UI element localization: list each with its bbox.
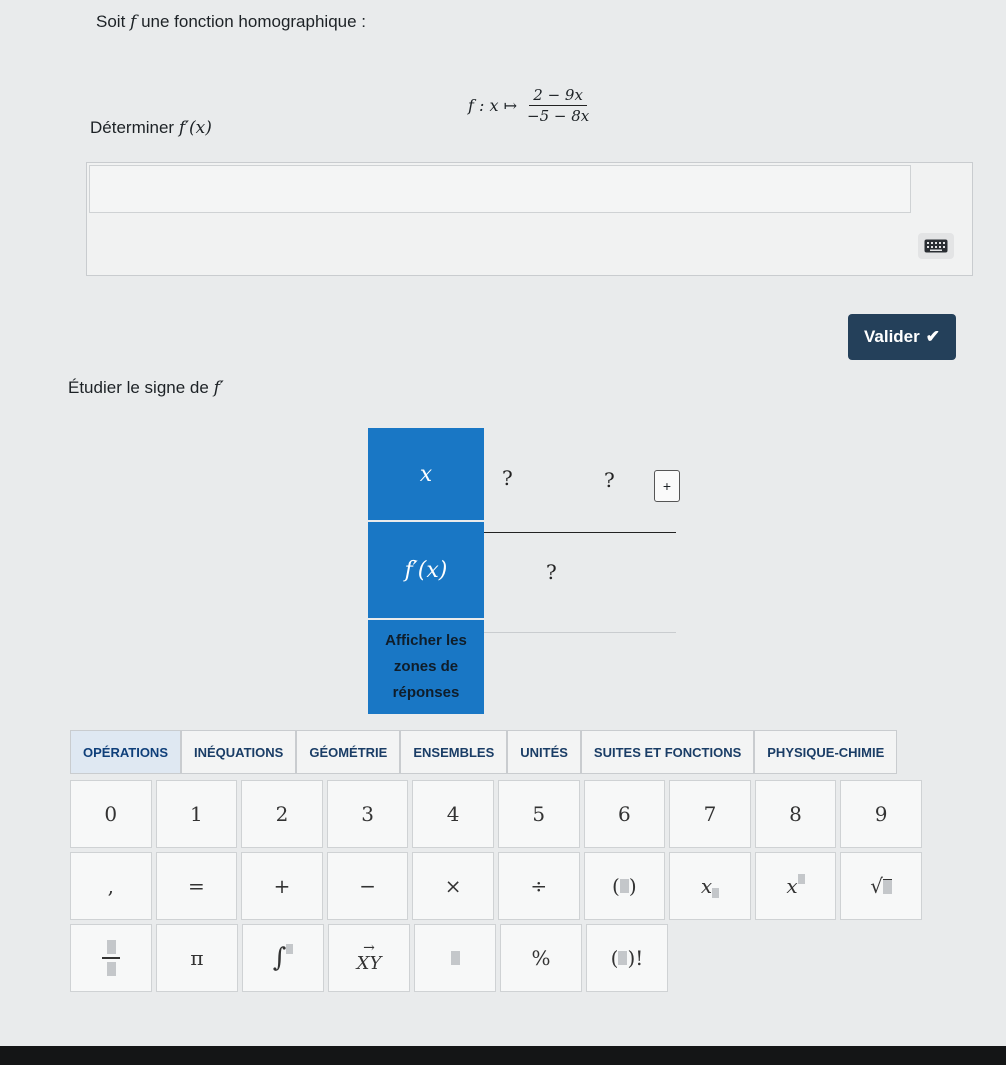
key-1[interactable]: 1 (155, 780, 238, 848)
key-divide[interactable]: ÷ (497, 852, 580, 920)
key-5[interactable]: 5 (497, 780, 580, 848)
tab-unites[interactable]: UNITÉS (507, 730, 581, 774)
tab-physique-chimie[interactable]: PHYSIQUE-CHIMIE (754, 730, 898, 774)
key-6[interactable]: 6 (583, 780, 666, 848)
keyboard-icon[interactable] (918, 233, 954, 259)
formula-denominator: −5 − 8x (527, 107, 590, 125)
tab-geometrie[interactable]: GÉOMÉTRIE (296, 730, 401, 774)
add-value-button[interactable]: + (654, 470, 680, 502)
key-8[interactable]: 8 (754, 780, 837, 848)
formula-lhs: f : x ↦ (468, 96, 517, 115)
key-placeholder[interactable] (414, 924, 496, 992)
intro-text: Soit f une fonction homographique : (96, 12, 367, 32)
key-factorial[interactable]: ()! (586, 924, 668, 992)
key-percent[interactable]: % (500, 924, 582, 992)
tab-suites-et-fonctions[interactable]: SUITES ET FONCTIONS (580, 730, 755, 774)
sign-placeholder[interactable]: ? (546, 560, 557, 584)
key-7[interactable]: 7 (669, 780, 751, 848)
function-definition: f : x ↦ 2 − 9x −5 − 8x (468, 86, 593, 125)
key-fraction[interactable] (70, 924, 152, 992)
key-9[interactable]: 9 (840, 780, 922, 848)
show-answer-zones-button[interactable]: Afficher les zones de réponses (368, 620, 484, 714)
key-equals[interactable]: = (155, 852, 238, 920)
formula-fraction: 2 − 9x −5 − 8x (523, 86, 593, 125)
table-divider (484, 532, 676, 533)
sign-table-fprime-header: f′(x) (368, 522, 484, 618)
bottom-bar (0, 1046, 1006, 1065)
x-value-placeholder[interactable]: ? (604, 468, 615, 492)
answer-area (86, 162, 973, 276)
key-vector[interactable]: → XY (328, 924, 410, 992)
question-derivative: Déterminer f′(x) (90, 118, 212, 138)
key-plus[interactable]: + (241, 852, 323, 920)
check-icon: ✔ (925, 327, 940, 346)
key-2[interactable]: 2 (241, 780, 323, 848)
tab-ensembles[interactable]: ENSEMBLES (400, 730, 508, 774)
key-0[interactable]: 0 (70, 780, 152, 848)
tab-operations[interactable]: OPÉRATIONS (70, 730, 181, 774)
key-minus[interactable]: − (326, 852, 409, 920)
formula-numerator: 2 − 9x (529, 86, 587, 106)
tab-inequations[interactable]: INÉQUATIONS (181, 730, 297, 774)
sign-table-x-header: x (368, 428, 484, 520)
key-superscript[interactable]: x (754, 852, 837, 920)
keyboard-tabs: OPÉRATIONS INÉQUATIONS GÉOMÉTRIE ENSEMBL… (70, 730, 920, 774)
question-sign: Étudier le signe de f′ (68, 378, 224, 398)
key-comma[interactable]: , (70, 852, 152, 920)
key-parentheses[interactable]: () (583, 852, 666, 920)
sign-table: x f′(x) Afficher les zones de réponses ?… (368, 428, 680, 718)
answer-input[interactable] (89, 165, 911, 213)
table-divider (484, 632, 676, 633)
key-integral[interactable]: ∫ (242, 924, 324, 992)
key-pi[interactable]: π (156, 924, 238, 992)
key-3[interactable]: 3 (326, 780, 409, 848)
math-keyboard: 0 1 2 3 4 5 6 7 8 9 , = + − × ÷ () x x √ (70, 780, 922, 996)
validate-button[interactable]: Valider ✔ (848, 314, 956, 360)
x-value-placeholder[interactable]: ? (502, 466, 513, 490)
key-subscript[interactable]: x (669, 852, 751, 920)
key-4[interactable]: 4 (412, 780, 494, 848)
key-times[interactable]: × (412, 852, 494, 920)
key-sqrt[interactable]: √ (840, 852, 922, 920)
